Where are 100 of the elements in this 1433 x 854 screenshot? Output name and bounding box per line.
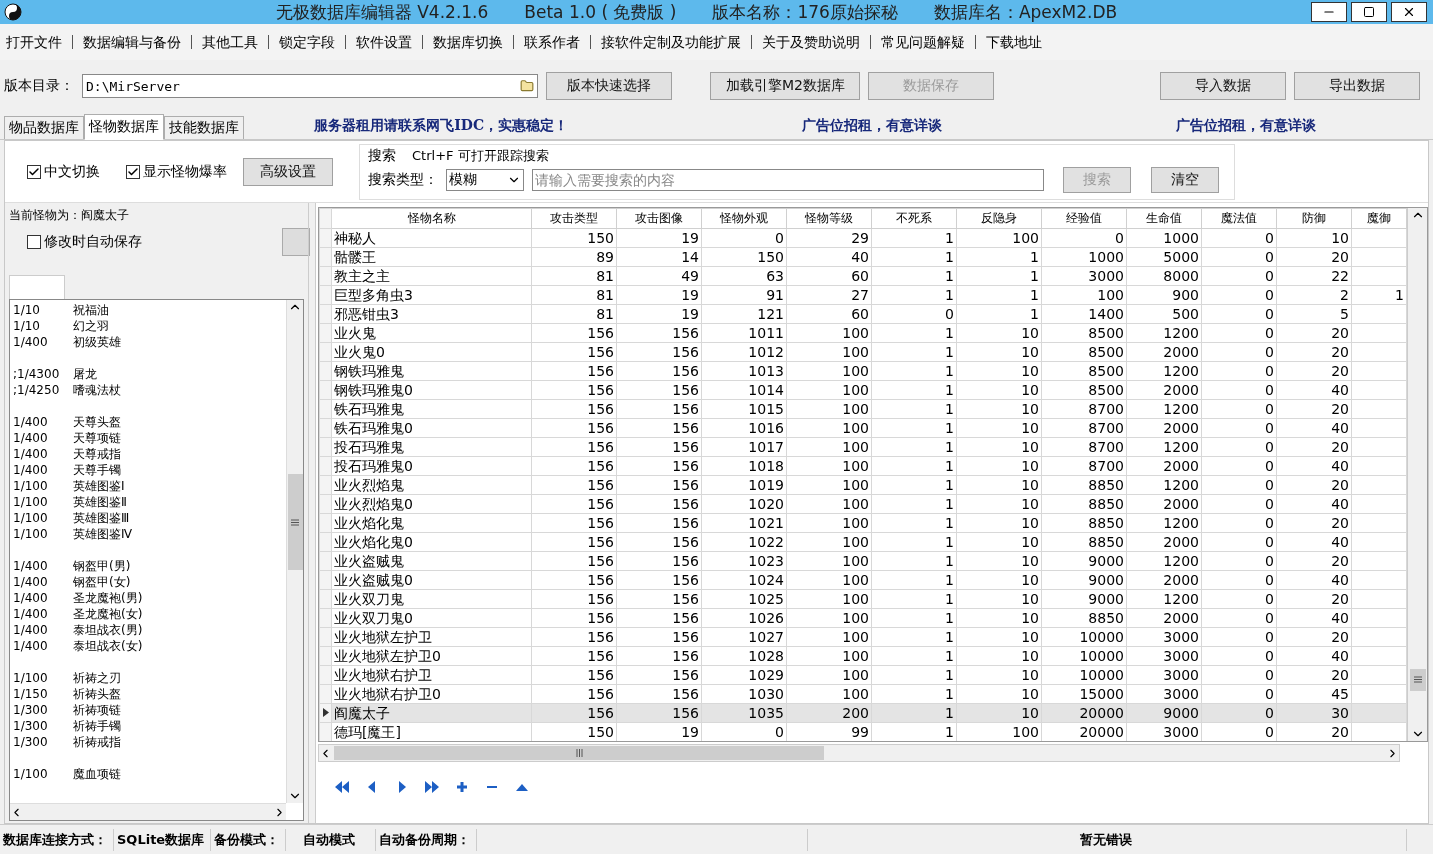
table-cell: 100 [842, 343, 869, 360]
table-cell: 49 [681, 267, 699, 284]
drop-list[interactable] [9, 299, 305, 821]
menu-item[interactable]: 接软件定制及功能扩展 [590, 35, 751, 49]
option-checkbox[interactable]: 中文切换 [27, 162, 100, 181]
menu-item[interactable]: 联系作者 [513, 35, 590, 49]
drop-rate: 1/400 [13, 607, 49, 621]
ad-text: 服务器租用请联系网飞IDC，实惠稳定！ [314, 116, 569, 135]
column-header[interactable]: 生命值 [1126, 208, 1202, 229]
table-cell: 2000 [1163, 571, 1199, 588]
checkbox[interactable] [126, 164, 140, 179]
tab[interactable]: 物品数据库 [4, 116, 84, 139]
table-cell: 1023 [748, 552, 784, 569]
column-header[interactable]: 防御 [1276, 208, 1352, 229]
table-cell: 10 [1331, 229, 1349, 246]
table-cell: 156 [672, 552, 699, 569]
column-header[interactable]: 怪物等级 [786, 208, 872, 229]
table-cell: 156 [672, 666, 699, 683]
table-cell: 156 [672, 647, 699, 664]
table-cell: 156 [587, 666, 614, 683]
horizontal-scrollbar[interactable] [318, 744, 1400, 762]
table-cell: 45 [1331, 685, 1349, 702]
drop-item: 祈祷手镯 [73, 717, 121, 735]
toolbar-button[interactable]: 加载引擎M2数据库 [710, 72, 861, 100]
horizontal-scrollbar[interactable] [10, 803, 287, 820]
directory-label: 版本目录： [4, 77, 74, 95]
drop-item: 屠龙 [73, 365, 97, 383]
clear-button[interactable]: 清空 [1151, 166, 1219, 193]
toolbar-button[interactable]: 导入数据 [1159, 72, 1286, 100]
menu-item[interactable]: 其他工具 [191, 35, 268, 49]
minimize-button[interactable] [1311, 2, 1347, 22]
search-type-dropdown[interactable]: 模糊 [446, 168, 524, 191]
toolbar-button[interactable]: 导出数据 [1293, 72, 1420, 100]
column-header[interactable]: 反隐身 [956, 208, 1042, 229]
tab[interactable]: 怪物数据库 [84, 114, 164, 140]
vertical-scrollbar[interactable] [1407, 208, 1427, 741]
table-cell: 100 [842, 685, 869, 702]
drop-rate: 1/400 [13, 639, 49, 653]
directory-field[interactable]: D:\MirServer [82, 74, 538, 98]
drop-rate: 1/400 [13, 335, 49, 349]
menu-item[interactable]: 打开文件 [6, 35, 72, 49]
advanced-settings-button[interactable]: 高级设置 [243, 157, 333, 186]
table-cell: 8000 [1163, 267, 1199, 284]
table-cell: 0 [945, 305, 954, 322]
column-header[interactable]: 不死系 [871, 208, 957, 229]
menu-item[interactable]: 关于及赞助说明 [751, 35, 870, 49]
column-header[interactable]: 魔法值 [1201, 208, 1277, 229]
checkbox[interactable] [27, 235, 41, 249]
table-cell: 20 [1331, 343, 1349, 360]
checkbox-label: 显示怪物爆率 [143, 162, 227, 181]
table-cell: 1000 [1088, 248, 1124, 265]
vertical-scrollbar[interactable] [286, 300, 304, 803]
table-cell: 156 [672, 324, 699, 341]
tab[interactable]: 技能数据库 [164, 116, 244, 139]
table-cell: 1 [945, 723, 954, 740]
table-cell: 1200 [1163, 514, 1199, 531]
grip-icon[interactable] [291, 518, 300, 526]
option-checkbox[interactable]: 显示怪物爆率 [126, 162, 227, 181]
search-field[interactable]: 请输入需要搜索的内容 [532, 168, 1044, 191]
last-icon[interactable] [424, 780, 440, 794]
check-icon [28, 165, 40, 178]
folder-icon[interactable] [520, 79, 534, 93]
grip-icon[interactable] [1413, 676, 1422, 683]
menu-item[interactable]: 锁定字段 [268, 35, 345, 49]
column-header[interactable]: 攻击类型 [531, 208, 617, 229]
table-cell: 业火盗贼鬼0 [334, 571, 413, 588]
drop-item: 魔血项链 [73, 765, 121, 783]
drop-item: 祈祷项链 [73, 701, 121, 719]
column-header[interactable]: 怪物外观 [701, 208, 787, 229]
first-icon[interactable] [334, 780, 350, 794]
table-cell: 业火地狱右护卫0 [334, 685, 441, 702]
menu-item[interactable]: 下载地址 [975, 35, 1052, 49]
column-header[interactable]: 攻击图像 [616, 208, 702, 229]
plus-icon[interactable] [454, 780, 470, 794]
column-header[interactable]: 魔御 [1351, 208, 1407, 229]
table-cell: 15000 [1079, 685, 1124, 702]
menu-item[interactable]: 数据库切换 [422, 35, 513, 49]
toolbar-button[interactable]: 版本快速选择 [546, 72, 672, 100]
table-cell: 0 [1265, 590, 1274, 607]
table-cell: 156 [587, 704, 614, 721]
table-cell: 1022 [748, 533, 784, 550]
table-cell: 1 [945, 343, 954, 360]
column-header[interactable]: 经验值 [1041, 208, 1127, 229]
table-cell: 1 [1030, 267, 1039, 284]
maximize-button[interactable] [1351, 2, 1387, 22]
table-cell: 0 [1265, 704, 1274, 721]
table-cell: 业火焰化鬼0 [334, 533, 413, 550]
checkbox[interactable] [27, 164, 41, 179]
grip-icon[interactable] [575, 749, 583, 757]
table-cell: 10 [1021, 647, 1039, 664]
menu-item[interactable]: 常见问题解疑 [870, 35, 975, 49]
menu-item[interactable]: 数据编辑与备份 [72, 35, 191, 49]
drop-item: 天尊项链 [73, 429, 121, 447]
close-button[interactable] [1391, 2, 1427, 22]
column-header[interactable]: 怪物名称 [331, 208, 532, 229]
table-cell: 10 [1021, 457, 1039, 474]
table-cell: 1011 [748, 324, 784, 341]
menu-item[interactable]: 软件设置 [345, 35, 422, 49]
yin-yang-icon [4, 3, 22, 21]
table-cell: 20 [1331, 723, 1349, 740]
